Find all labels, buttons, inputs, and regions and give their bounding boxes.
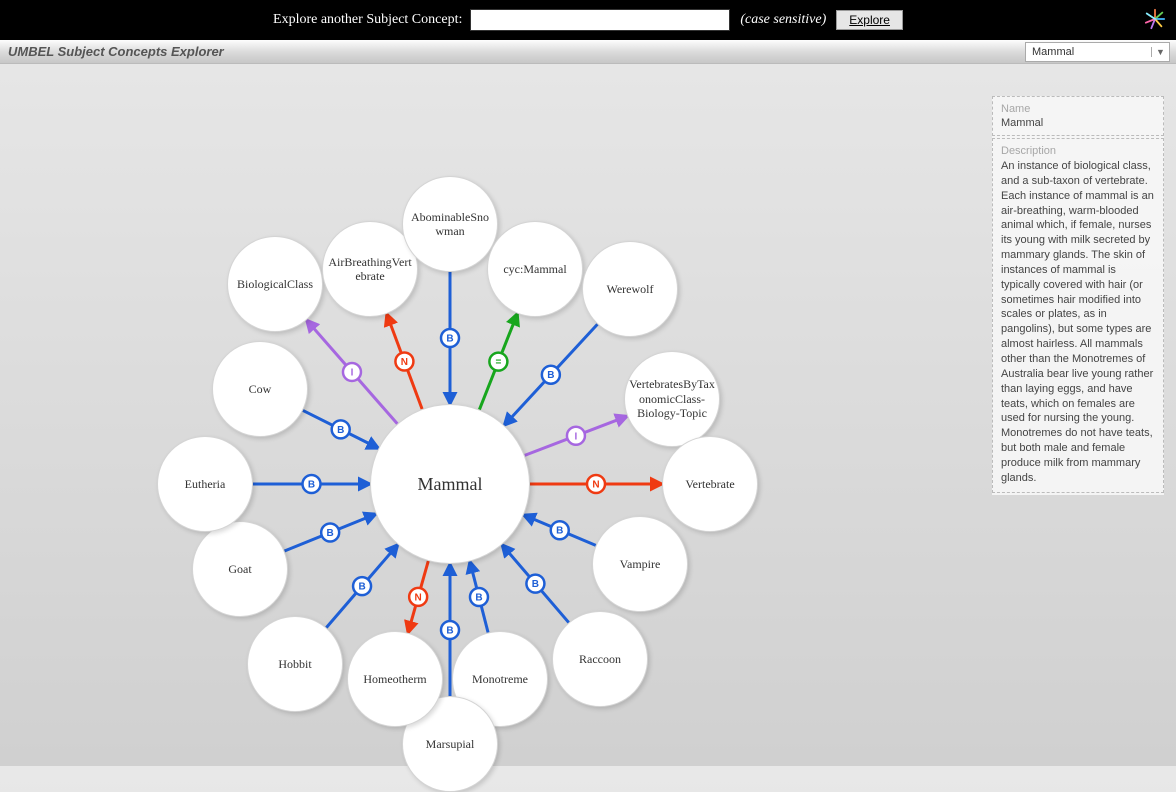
node-vampire[interactable]: Vampire [592, 516, 688, 612]
app-title: UMBEL Subject Concepts Explorer [8, 44, 224, 59]
svg-text:B: B [532, 579, 539, 590]
search-label: Explore another Subject Concept: [273, 12, 462, 28]
svg-text:B: B [337, 425, 344, 436]
node-cow[interactable]: Cow [212, 341, 308, 437]
case-sensitive-hint: (case sensitive) [740, 12, 826, 28]
edge-badge: B [526, 575, 544, 593]
edge-badge: N [587, 475, 605, 493]
node-werewolf[interactable]: Werewolf [582, 241, 678, 337]
node-homeotherm[interactable]: Homeotherm [347, 631, 443, 727]
node-raccoon[interactable]: Raccoon [552, 611, 648, 707]
svg-text:=: = [495, 357, 501, 368]
node-abominable[interactable]: AbominableSnowman [402, 176, 498, 272]
node-eutheria[interactable]: Eutheria [157, 436, 253, 532]
svg-text:B: B [556, 526, 563, 537]
svg-text:N: N [401, 357, 408, 368]
svg-text:N: N [592, 480, 599, 491]
edge-badge: B [441, 621, 459, 639]
svg-text:B: B [327, 528, 334, 539]
svg-text:B: B [446, 334, 453, 345]
edge-badge: B [303, 475, 321, 493]
node-center[interactable]: Mammal [370, 404, 530, 564]
svg-text:B: B [547, 370, 554, 381]
info-name-label: Name [1001, 103, 1155, 115]
edge-badge: N [409, 588, 427, 606]
edge-badge: = [489, 353, 507, 371]
edge-badge: B [542, 366, 560, 384]
info-panel: Name Mammal Description An instance of b… [992, 96, 1164, 495]
edge-badge: N [395, 353, 413, 371]
node-goat[interactable]: Goat [192, 521, 288, 617]
edge-badge: I [567, 427, 585, 445]
info-desc-section: Description An instance of biological cl… [992, 138, 1164, 493]
edge-badge: B [551, 521, 569, 539]
edge-badge: B [441, 329, 459, 347]
concept-dropdown[interactable]: Mammal ▼ [1025, 42, 1170, 62]
edge-badge: B [470, 588, 488, 606]
svg-text:B: B [446, 626, 453, 637]
node-vertbytax[interactable]: VertebratesByTaxonomicClass-Biology-Topi… [624, 351, 720, 447]
svg-text:N: N [415, 592, 422, 603]
edge-badge: B [332, 420, 350, 438]
node-cycmammal[interactable]: cyc:Mammal [487, 221, 583, 317]
chevron-down-icon: ▼ [1151, 47, 1169, 57]
svg-text:B: B [358, 582, 365, 593]
title-bar: UMBEL Subject Concepts Explorer Mammal ▼ [0, 40, 1176, 64]
explore-button[interactable]: Explore [836, 10, 903, 30]
search-input[interactable] [470, 9, 730, 31]
info-desc-label: Description [1001, 145, 1155, 157]
node-vertebrate[interactable]: Vertebrate [662, 436, 758, 532]
svg-text:I: I [575, 431, 578, 442]
top-search-bar: Explore another Subject Concept: (case s… [0, 0, 1176, 40]
edge-badge: I [343, 363, 361, 381]
svg-text:B: B [308, 480, 315, 491]
dropdown-value: Mammal [1026, 46, 1151, 58]
info-name-section: Name Mammal [992, 96, 1164, 136]
edge-badge: B [353, 577, 371, 595]
edge-badge: B [321, 524, 339, 542]
info-name-value: Mammal [1001, 117, 1155, 129]
node-biologicalclass[interactable]: BiologicalClass [227, 236, 323, 332]
node-hobbit[interactable]: Hobbit [247, 616, 343, 712]
info-desc-value: An instance of biological class, and a s… [1001, 159, 1155, 486]
svg-text:I: I [351, 367, 354, 378]
umbel-logo-icon [1144, 8, 1166, 30]
svg-text:B: B [475, 592, 482, 603]
